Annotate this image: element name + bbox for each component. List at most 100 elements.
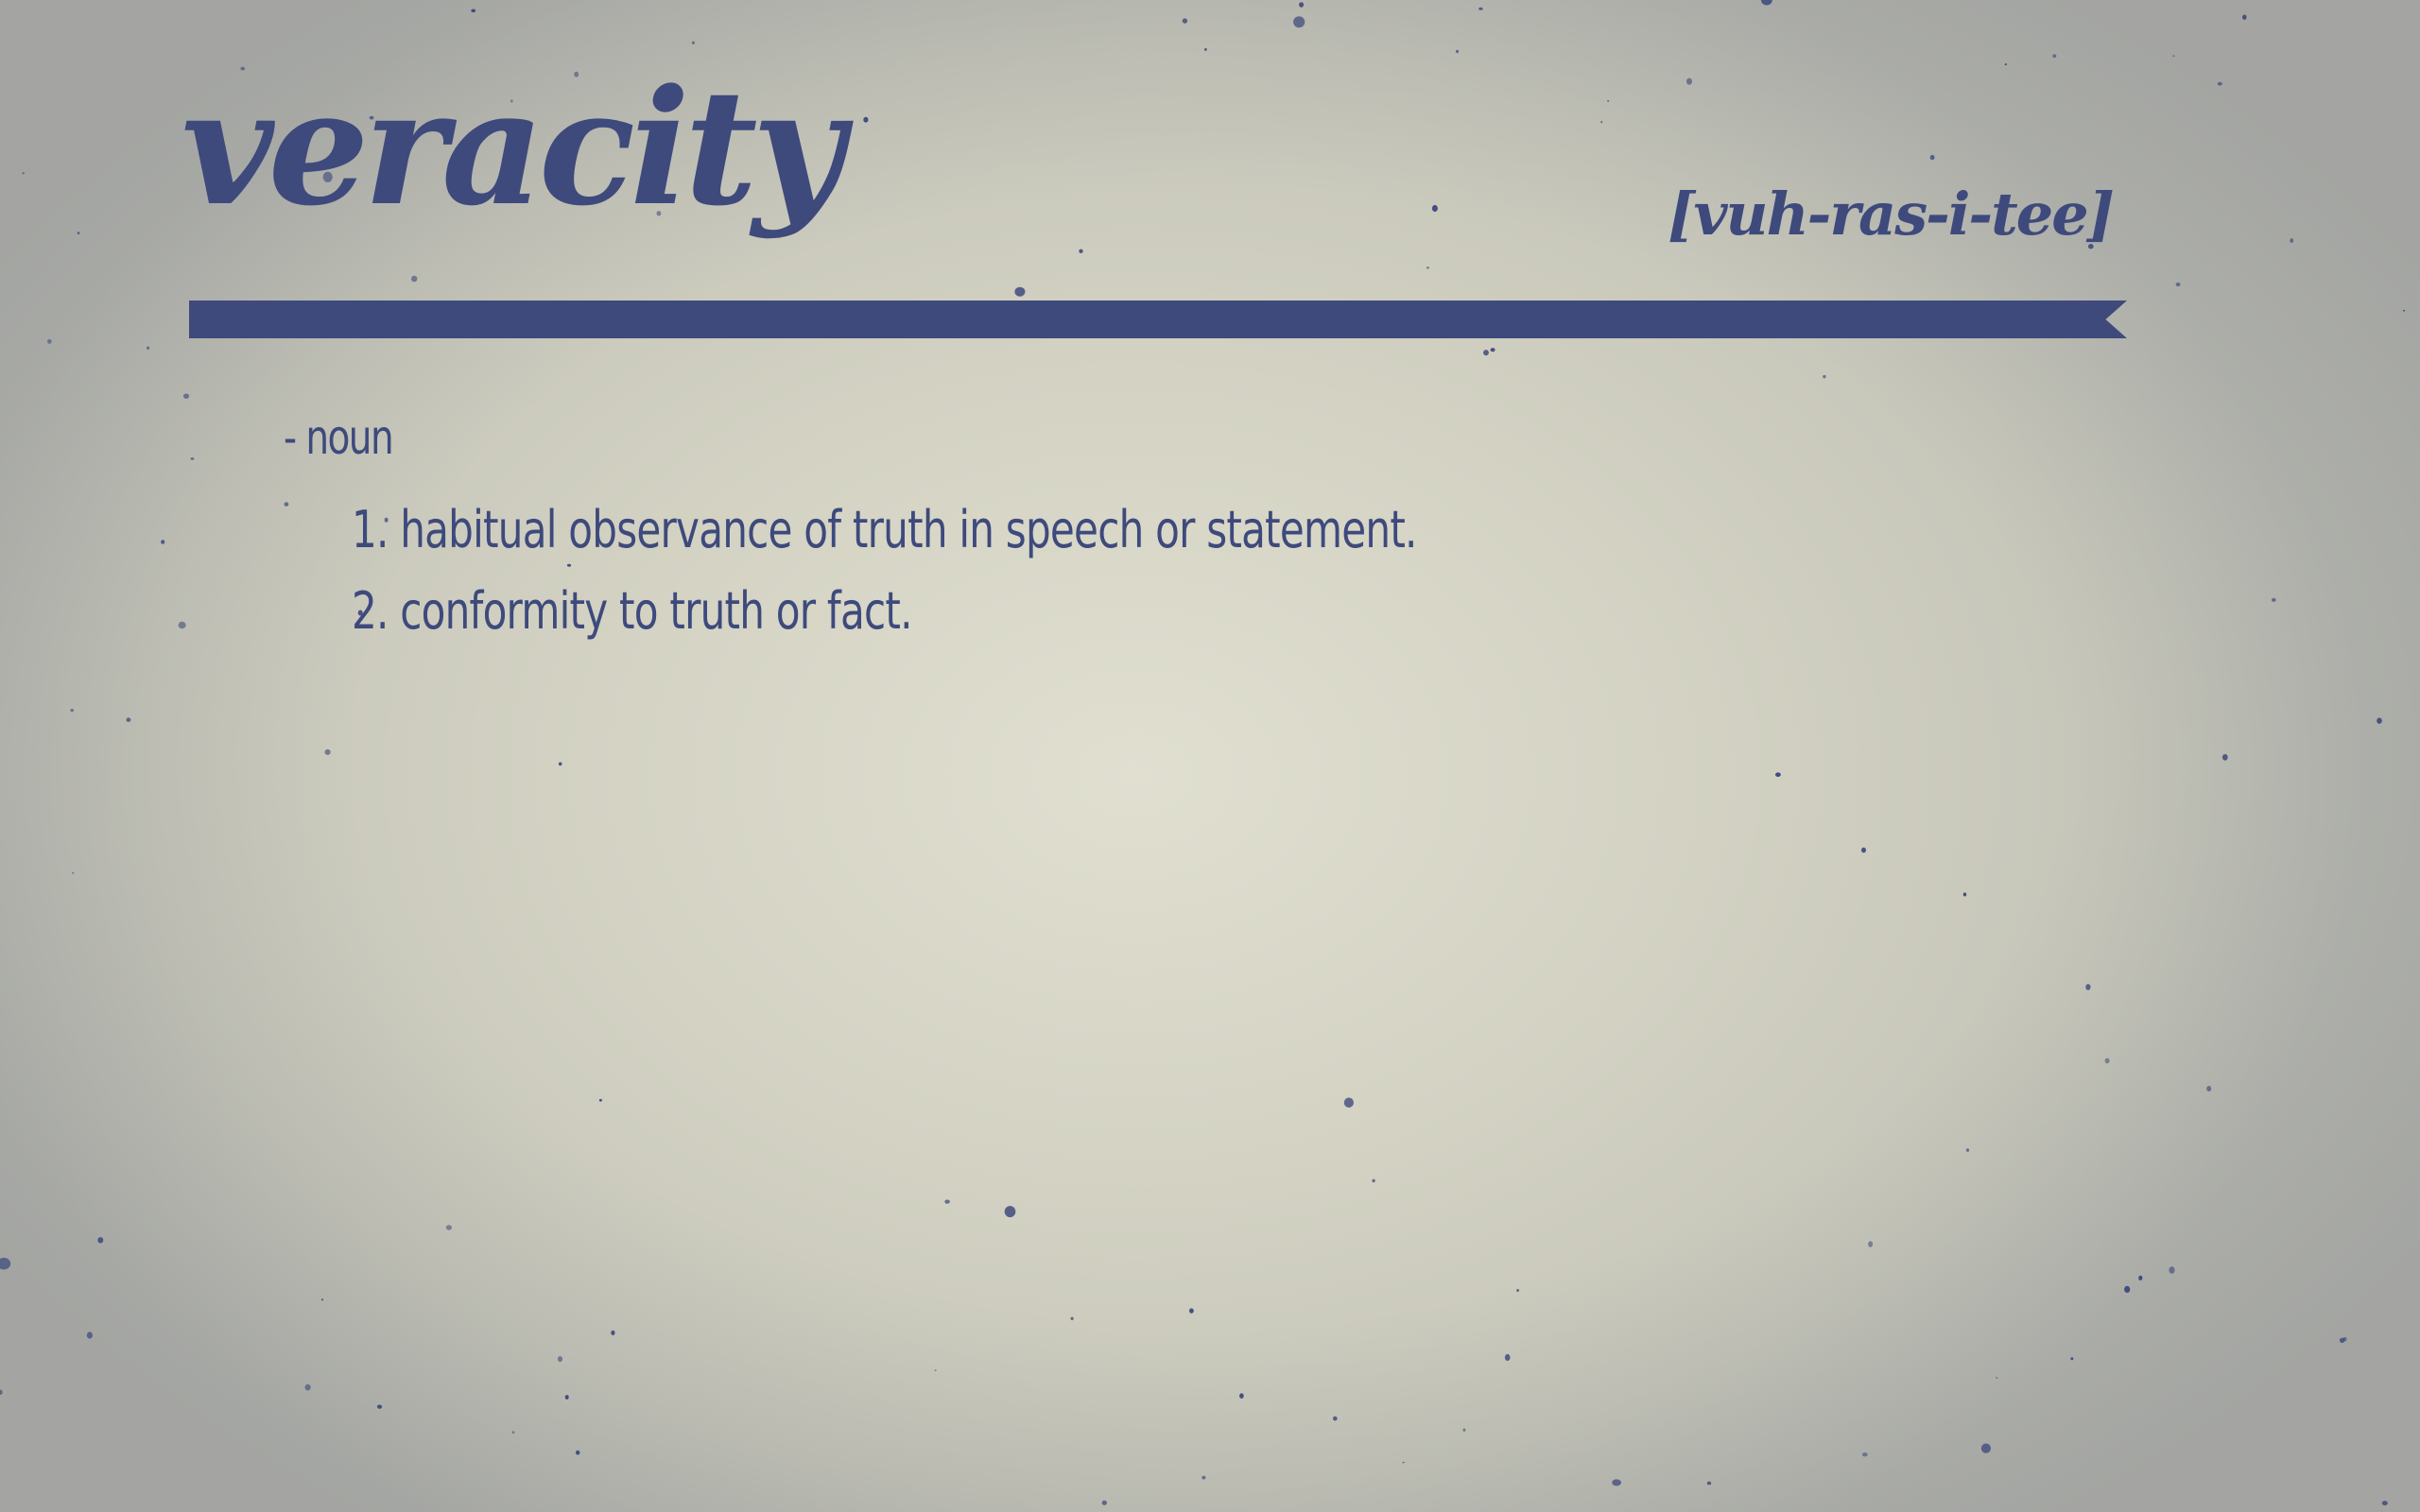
ink-speck [576, 1450, 580, 1455]
ink-speck [1965, 1148, 1970, 1152]
title-banner [189, 301, 2127, 338]
ink-speck [190, 457, 195, 460]
ink-speck [1686, 77, 1692, 85]
ink-speck [1706, 1481, 1712, 1486]
ink-speck [1600, 120, 1603, 124]
ink-speck [2217, 81, 2222, 86]
ink-speck [147, 346, 149, 350]
ink-speck [320, 1298, 324, 1301]
ink-speck [2342, 1337, 2347, 1342]
ink-speck [1372, 1178, 1375, 1183]
ink-speck [1862, 1452, 1868, 1457]
ink-speck [2242, 14, 2247, 20]
ink-speck [411, 275, 418, 283]
ink-speck [178, 621, 186, 629]
ink-speck [1189, 1308, 1194, 1314]
ink-speck [1299, 2, 1305, 8]
ink-speck [1996, 1377, 1998, 1379]
ink-speck [1201, 1475, 1206, 1480]
headword: veracity [182, 54, 844, 241]
ink-speck [863, 116, 869, 123]
ink-speck [1929, 154, 1935, 161]
ink-speck [1490, 348, 1495, 352]
ink-speck [47, 338, 52, 344]
ink-speck [161, 540, 165, 544]
ink-speck [86, 1332, 93, 1339]
ink-speck [284, 502, 289, 507]
ink-speck [1343, 1097, 1354, 1108]
definition-item: 1. habitual observance of truth in speec… [352, 500, 1417, 559]
ink-speck [0, 1389, 3, 1395]
ink-speck [2138, 1275, 2143, 1280]
ink-speck [445, 1225, 452, 1230]
ink-speck [97, 1237, 104, 1244]
ink-speck [376, 1404, 383, 1409]
ink-speck [2381, 1501, 2388, 1506]
ink-speck [598, 1098, 602, 1102]
ink-speck [1868, 1241, 1874, 1247]
ink-speck [2104, 1057, 2110, 1064]
ink-speck [77, 232, 80, 235]
ink-speck [2085, 984, 2091, 990]
ink-speck [558, 1356, 562, 1363]
ink-speck [2377, 717, 2382, 724]
ink-speck [1823, 374, 1826, 379]
ink-speck [1516, 1289, 1520, 1292]
ink-speck [511, 1431, 515, 1435]
ink-speck [1431, 204, 1438, 213]
ink-speck [1861, 847, 1866, 853]
ink-speck [70, 709, 74, 713]
ink-speck [1070, 1316, 1074, 1321]
ink-speck [2206, 1086, 2212, 1091]
ink-speck [2004, 63, 2007, 66]
ink-speck [1478, 7, 1483, 10]
ink-speck [1204, 48, 1207, 51]
ink-speck [2175, 282, 2181, 287]
ink-speck [304, 1383, 311, 1391]
ink-speck [1761, 0, 1772, 6]
ink-speck [1402, 1461, 1405, 1464]
ink-speck [22, 172, 25, 175]
ink-speck [1079, 249, 1083, 253]
ink-speck [2052, 54, 2057, 58]
ink-speck [0, 1257, 11, 1270]
ink-speck [691, 41, 695, 44]
ink-speck [72, 872, 75, 874]
ink-speck [2124, 1285, 2131, 1293]
ink-speck [2402, 309, 2406, 312]
ink-speck [2172, 55, 2175, 58]
ink-speck [1182, 18, 1188, 24]
ink-speck [2340, 1337, 2345, 1344]
ink-speck [1504, 1353, 1511, 1362]
ink-speck [934, 1369, 937, 1371]
ink-speck [1239, 1393, 1244, 1399]
ink-speck [2221, 754, 2228, 761]
definition-item: 2. conformity to truth or fact. [352, 581, 913, 641]
ink-speck [558, 762, 562, 766]
ink-speck [1455, 49, 1460, 54]
ink-speck [1014, 286, 1026, 297]
ink-speck [944, 1199, 950, 1204]
ink-speck [471, 9, 476, 13]
ink-speck [1962, 892, 1967, 897]
part-of-speech: - noun [284, 410, 394, 465]
ink-speck [1775, 772, 1781, 777]
ink-speck [2169, 1266, 2175, 1274]
ink-speck [564, 1395, 569, 1400]
ink-speck [1612, 1479, 1621, 1486]
ink-speck [1607, 100, 1610, 102]
ink-speck [126, 717, 131, 722]
ink-speck [182, 393, 190, 399]
ink-speck [1483, 350, 1489, 356]
definition-list: 1. habitual observance of truth in speec… [352, 490, 1417, 652]
ink-speck [1101, 1500, 1108, 1505]
ink-speck [1333, 1416, 1338, 1421]
ink-speck [611, 1330, 615, 1335]
pronunciation: [vuh-ras-i-tee] [1668, 180, 2115, 249]
ink-speck [2070, 1357, 2074, 1361]
ink-speck [1980, 1443, 1991, 1453]
ink-speck [1293, 16, 1305, 28]
ink-speck [1462, 1428, 1466, 1432]
ink-speck [1426, 266, 1429, 269]
ink-speck [2290, 238, 2294, 244]
